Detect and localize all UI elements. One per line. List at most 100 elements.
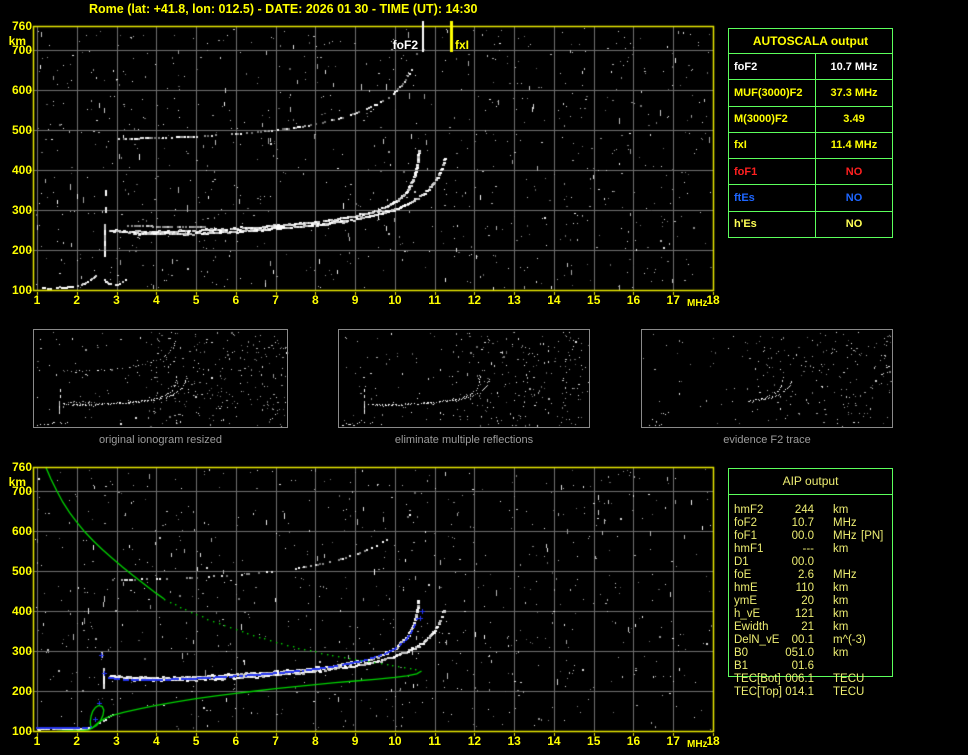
parameter-unit: km bbox=[833, 647, 849, 659]
x-tick-label: 2 bbox=[73, 734, 81, 748]
x-tick-label: 14 bbox=[547, 293, 561, 307]
x-tick-label: 6 bbox=[232, 734, 240, 748]
x-tick-label: 3 bbox=[113, 293, 120, 307]
x-axis-unit-label: MHz bbox=[687, 298, 708, 309]
y-tick-label: 100 bbox=[11, 283, 32, 297]
y-tick-label: 100 bbox=[11, 724, 32, 738]
parameter-value: 21 bbox=[801, 621, 814, 633]
parameter-unit: MHz bbox=[833, 569, 857, 581]
parameter-label: ftEs bbox=[729, 185, 816, 211]
aip-row-h-ve: h_vE 121 km bbox=[728, 608, 893, 621]
parameter-value: NO bbox=[845, 218, 863, 231]
autoscala-row-ftes: ftEs NO bbox=[729, 185, 892, 212]
aip-row-yme: ymE 20 km bbox=[728, 595, 893, 608]
parameter-value: 00.0 bbox=[791, 530, 814, 542]
parameter-value: 3.49 bbox=[843, 113, 865, 126]
x-tick-label: 15 bbox=[587, 293, 601, 307]
parameter-label: foF1 bbox=[729, 159, 816, 185]
parameter-label: foF2 bbox=[729, 54, 816, 80]
aip-row-b0: B0 051.0 km bbox=[728, 647, 893, 660]
y-tick-label: 200 bbox=[11, 243, 32, 257]
x-tick-label: 13 bbox=[507, 293, 521, 307]
parameter-value: 006.1 bbox=[785, 673, 814, 685]
parameter-label: MUF(3000)F2 bbox=[729, 80, 816, 106]
x-tick-label: 9 bbox=[351, 734, 359, 748]
fxI-marker-label: fxI bbox=[455, 38, 470, 52]
parameter-unit: km bbox=[833, 595, 849, 607]
x-tick-label: 10 bbox=[388, 293, 402, 307]
parameter-value: 37.3 MHz bbox=[830, 86, 878, 99]
x-tick-label: 13 bbox=[507, 734, 521, 748]
parameter-unit: TECU bbox=[833, 686, 865, 698]
parameter-label: M(3000)F2 bbox=[729, 106, 816, 132]
thumbnail-caption-3: evidence F2 trace bbox=[723, 434, 811, 446]
x-axis-unit-label: MHz bbox=[687, 739, 708, 750]
aip-row-ewidth: Ewidth 21 km bbox=[728, 621, 893, 634]
aip-output-table: AIP output hmF2 244 km foF2 10.7 MHz foF1 00.0 M… bbox=[728, 468, 893, 708]
aip-row-fof2: foF2 10.7 MHz bbox=[728, 517, 893, 530]
parameter-value: 10.7 bbox=[791, 517, 814, 529]
x-tick-label: 4 bbox=[152, 293, 160, 307]
thumbnail-original-ionogram bbox=[33, 329, 288, 428]
parameter-unit: TECU bbox=[833, 673, 865, 685]
parameter-unit: km bbox=[833, 582, 849, 594]
autoscala-row-fof1: foF1 NO bbox=[729, 159, 892, 186]
parameter-value: 11.4 MHz bbox=[830, 139, 878, 152]
x-tick-label: 5 bbox=[192, 293, 200, 307]
y-tick-label: 300 bbox=[11, 644, 32, 658]
x-tick-label: 8 bbox=[312, 293, 319, 307]
thumbnail-caption-2: eliminate multiple reflections bbox=[394, 434, 534, 446]
parameter-value: 00.1 bbox=[791, 634, 814, 646]
parameter-value: 2.6 bbox=[798, 569, 814, 581]
x-tick-label: 7 bbox=[272, 293, 279, 307]
aip-row-hme: hmE 110 km bbox=[728, 582, 893, 595]
aip-row-tec-bot-: TEC[Bot] 006.1 TECU bbox=[728, 673, 893, 686]
autoscala-row-m-3000-f2: M(3000)F2 3.49 bbox=[729, 106, 892, 133]
x-tick-label: 5 bbox=[192, 734, 200, 748]
aip-row-d1: D1 00.0 bbox=[728, 556, 893, 569]
x-tick-label: 11 bbox=[428, 293, 441, 307]
parameter-unit: km bbox=[833, 543, 849, 555]
x-tick-label: 11 bbox=[428, 734, 441, 748]
x-tick-label: 2 bbox=[73, 293, 81, 307]
autoscala-output-table: AUTOSCALA output foF2 10.7 MHz MUF(3000)F2… bbox=[728, 28, 893, 238]
parameter-unit: km bbox=[833, 621, 849, 633]
autoscala-row-h-es: h'Es NO bbox=[729, 211, 892, 237]
parameter-unit: km bbox=[833, 504, 849, 516]
y-tick-label: 400 bbox=[11, 604, 32, 618]
x-tick-label: 12 bbox=[467, 293, 482, 307]
parameter-unit: m^(-3) bbox=[833, 634, 866, 646]
x-tick-label: 6 bbox=[232, 293, 240, 307]
parameter-note: [PN] bbox=[861, 530, 884, 542]
y-tick-label: 500 bbox=[11, 564, 32, 578]
parameter-unit: MHz bbox=[833, 530, 857, 542]
autoscala-screen: Rome (lat: +41.8, lon: 012.5) - DATE: 20… bbox=[0, 0, 968, 755]
autoscala-row-muf-3000-f2: MUF(3000)F2 37.3 MHz bbox=[729, 80, 892, 107]
parameter-value: 051.0 bbox=[785, 647, 814, 659]
aip-row-foe: foE 2.6 MHz bbox=[728, 569, 893, 582]
y-tick-label: 500 bbox=[11, 123, 32, 137]
x-tick-label: 8 bbox=[312, 734, 319, 748]
parameter-label: foE bbox=[734, 569, 752, 581]
parameter-unit: km bbox=[833, 608, 849, 620]
x-tick-label: 4 bbox=[152, 734, 160, 748]
parameter-unit: MHz bbox=[833, 517, 857, 529]
thumbnail-eliminate-reflections bbox=[338, 329, 590, 428]
parameter-value: NO bbox=[845, 192, 863, 205]
y-axis-unit-label: km bbox=[8, 34, 26, 48]
parameter-value: 244 bbox=[794, 504, 814, 516]
y-tick-label: 760 bbox=[11, 19, 32, 33]
y-tick-label: 300 bbox=[11, 203, 32, 217]
x-tick-label: 14 bbox=[547, 734, 561, 748]
y-tick-label: 760 bbox=[11, 460, 32, 474]
x-tick-label: 10 bbox=[388, 734, 402, 748]
aip-table-header-divider bbox=[729, 494, 892, 495]
parameter-label: fxI bbox=[729, 132, 816, 159]
y-tick-label: 400 bbox=[11, 163, 32, 177]
y-tick-label: 600 bbox=[11, 524, 32, 538]
aip-row-hmf1: hmF1 --- km bbox=[728, 543, 893, 556]
x-tick-label: 17 bbox=[666, 734, 680, 748]
x-tick-label: 16 bbox=[626, 734, 641, 748]
parameter-label: h'Es bbox=[729, 211, 816, 237]
x-tick-label: 12 bbox=[467, 734, 482, 748]
